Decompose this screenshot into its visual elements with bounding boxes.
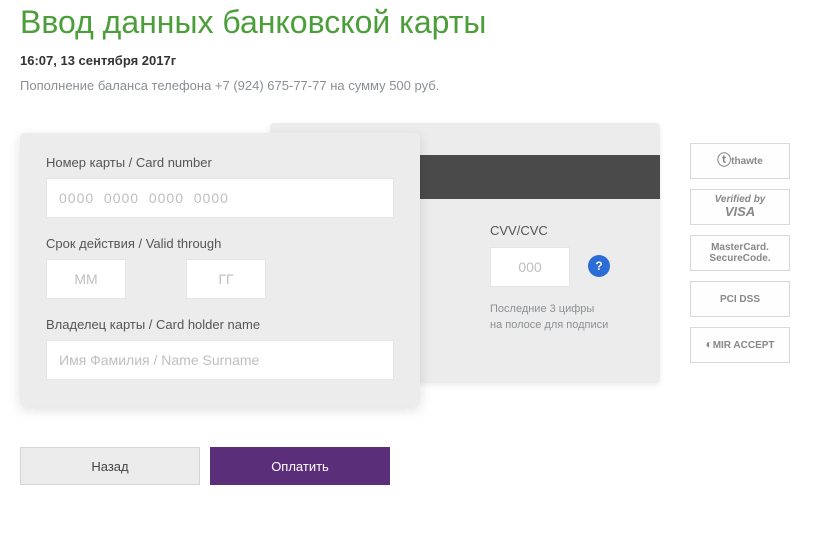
pay-button[interactable]: Оплатить xyxy=(210,447,390,485)
badge-mir-accept: MIR ACCEPT xyxy=(690,327,790,363)
description: Пополнение баланса телефона +7 (924) 675… xyxy=(20,78,804,93)
badge-verified-by-visa: Verified byVISA xyxy=(690,189,790,225)
expiry-label: Срок действия / Valid through xyxy=(46,236,394,251)
back-button[interactable]: Назад xyxy=(20,447,200,485)
cvv-help-icon[interactable]: ? xyxy=(588,255,610,277)
security-badges: thawte Verified byVISA MasterCard.Secure… xyxy=(690,143,790,363)
badge-mastercard-securecode: MasterCard.SecureCode. xyxy=(690,235,790,271)
card-holder-label: Владелец карты / Card holder name xyxy=(46,317,394,332)
expiry-year-input[interactable] xyxy=(186,259,266,299)
cvv-input[interactable] xyxy=(490,247,570,287)
cvv-label: CVV/CVC xyxy=(490,223,548,238)
card-holder-input[interactable] xyxy=(46,340,394,380)
cards-container: CVV/CVC ? Последние 3 цифры на полосе дл… xyxy=(20,123,660,423)
card-number-label: Номер карты / Card number xyxy=(46,155,394,170)
expiry-month-input[interactable] xyxy=(46,259,126,299)
badge-thawte: thawte xyxy=(690,143,790,179)
button-row: Назад Оплатить xyxy=(20,447,804,485)
card-number-input[interactable] xyxy=(46,178,394,218)
cvv-hint-line2: на полосе для подписи xyxy=(490,319,608,331)
page-title: Ввод данных банковской карты xyxy=(20,4,804,41)
card-front: Номер карты / Card number Срок действия … xyxy=(20,133,420,406)
timestamp: 16:07, 13 сентября 2017г xyxy=(20,53,804,68)
badge-pci-dss: PCI DSS xyxy=(690,281,790,317)
cvv-hint-line1: Последние 3 цифры xyxy=(490,303,594,315)
